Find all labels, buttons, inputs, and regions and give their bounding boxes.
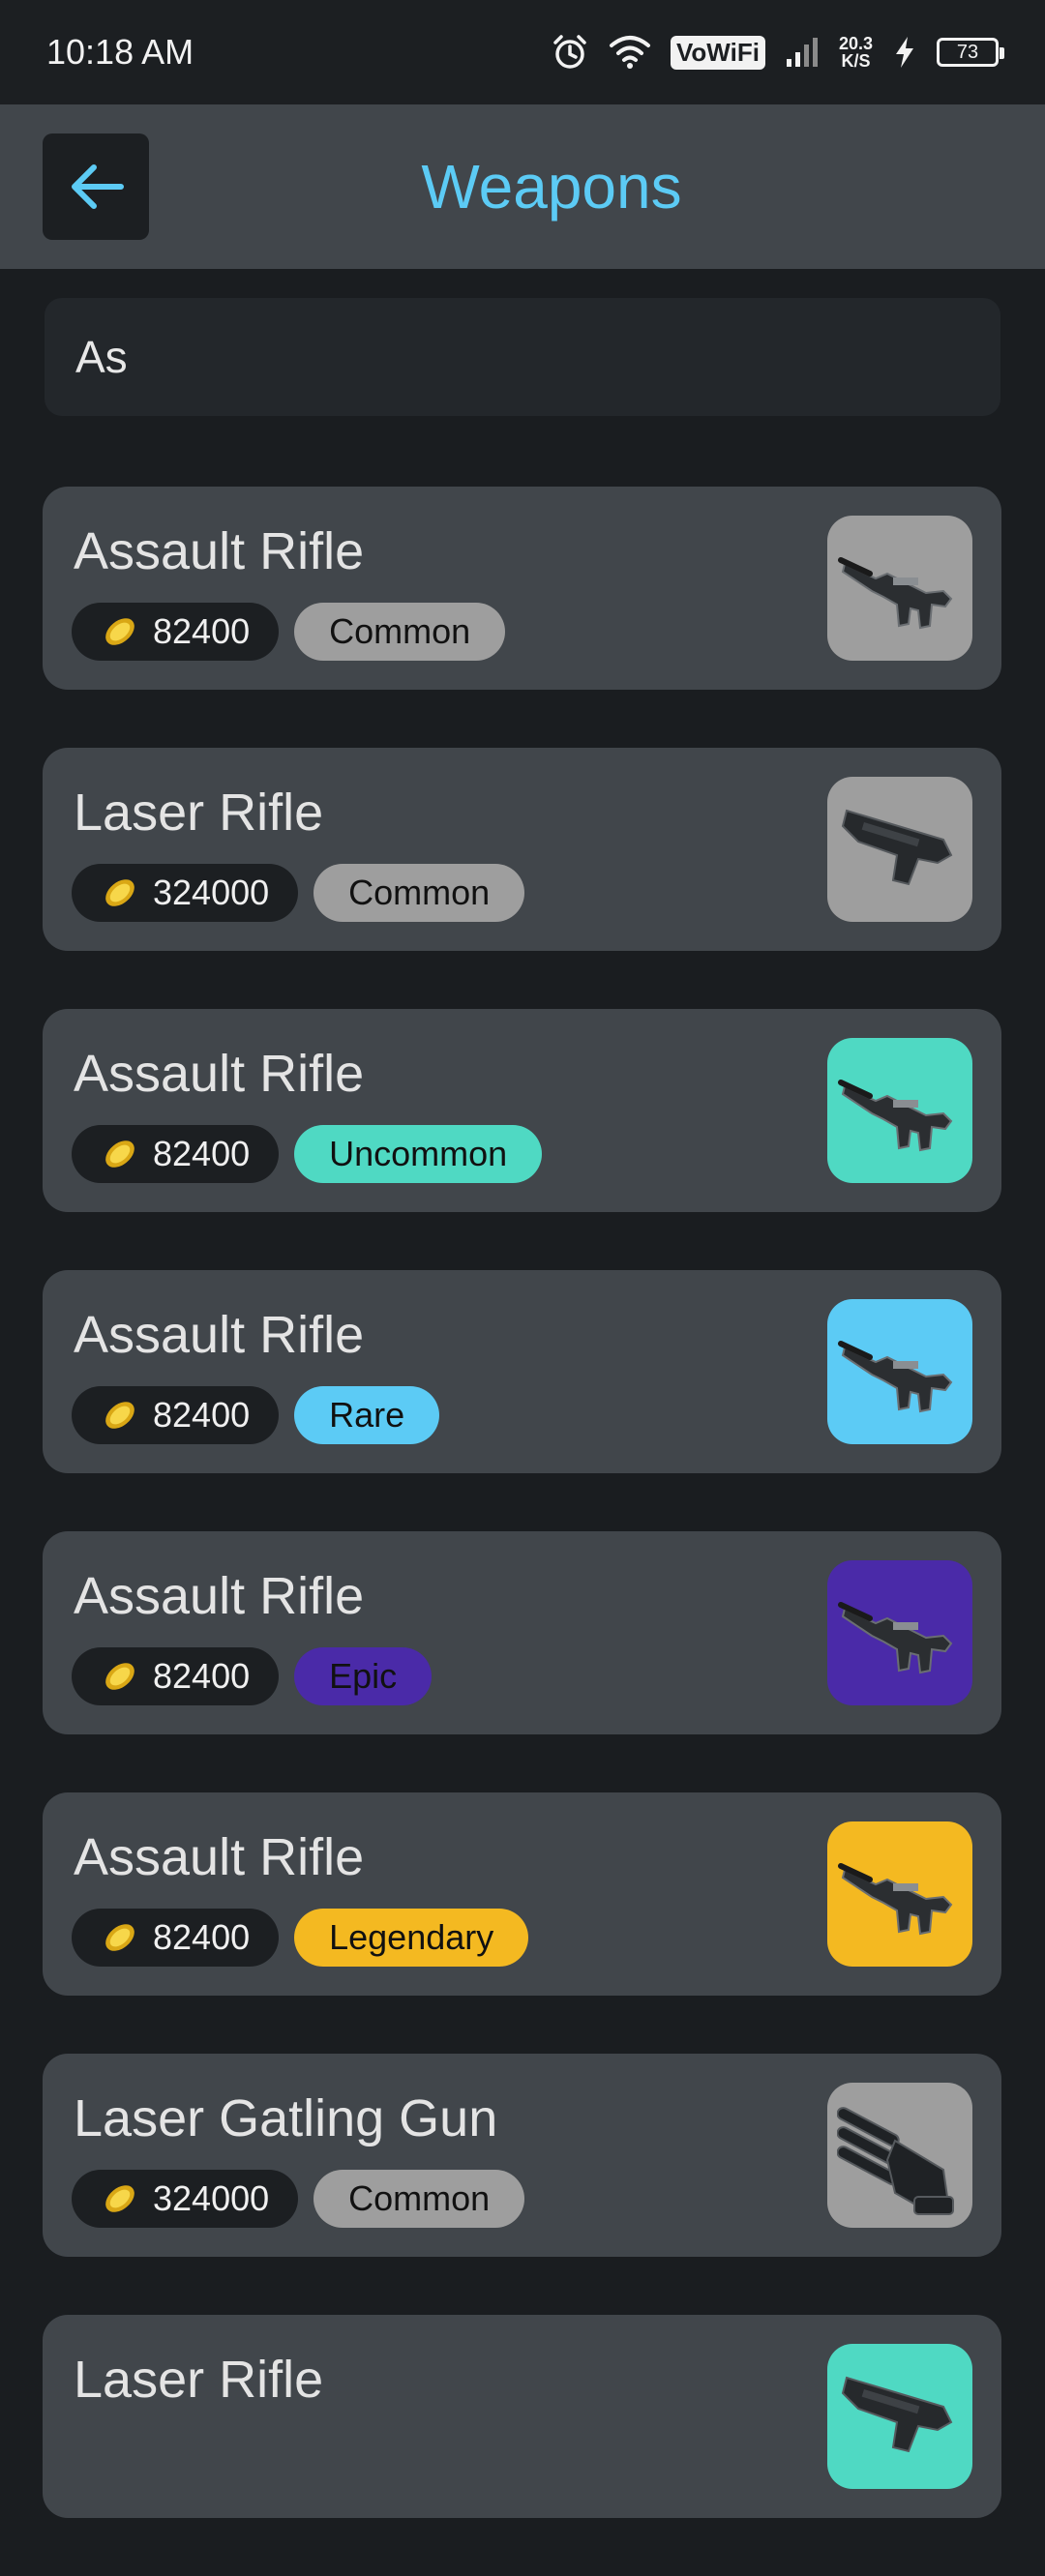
coin-icon [105, 2185, 134, 2212]
arrow-left-icon [72, 164, 124, 209]
rifle-weapon-icon [838, 1863, 953, 1936]
weapon-thumbnail [827, 1299, 972, 1444]
weapon-meta: 82400 Rare [72, 1386, 440, 1444]
weapon-thumbnail [827, 2083, 972, 2228]
status-time: 10:18 AM [46, 32, 194, 72]
search-field[interactable] [45, 298, 1000, 416]
weapon-card[interactable]: Assault Rifle 82400 Legendary [43, 1792, 1001, 1996]
price-value: 324000 [153, 873, 270, 912]
weapon-thumbnail [827, 516, 972, 661]
app-bar: Weapons [0, 104, 1045, 269]
weapon-thumbnail [827, 777, 972, 922]
weapon-name: Laser Gatling Gun [74, 2089, 498, 2147]
wifi-icon [610, 36, 651, 69]
price-value: 82400 [153, 1656, 251, 1696]
status-icons: VoWiFi 20.3 K/S 73 [551, 33, 1004, 72]
laser-weapon-icon [841, 2376, 953, 2453]
coin-icon [105, 1924, 134, 1951]
alarm-icon [553, 35, 586, 69]
weapon-meta: 324000 Common [72, 2170, 525, 2228]
weapon-name: Assault Rifle [74, 1828, 365, 1886]
coin-icon [105, 618, 134, 645]
rifle-weapon-icon [838, 1080, 953, 1152]
coin-icon [105, 879, 134, 906]
weapon-thumbnail [827, 1560, 972, 1705]
weapon-card[interactable]: Laser Gatling Gun 324000 Common [43, 2054, 1001, 2257]
back-button[interactable] [43, 133, 149, 240]
rarity-badge: Common [314, 864, 525, 922]
rarity-badge: Rare [294, 1386, 440, 1444]
price-chip: 82400 [72, 1125, 280, 1183]
weapon-meta: 324000 Common [72, 864, 525, 922]
price-chip: 82400 [72, 603, 280, 661]
price-chip: 82400 [72, 1386, 280, 1444]
weapon-card[interactable]: Laser Rifle 324000 Common [43, 748, 1001, 951]
rifle-weapon-icon [838, 1341, 953, 1413]
status-bar: 10:18 AM VoWiFi 20.3 K/S 73 [0, 0, 1045, 104]
signal-icon [786, 38, 818, 67]
weapon-meta: 82400 Epic [72, 1647, 433, 1705]
price-chip: 82400 [72, 1647, 280, 1705]
speed-unit: K/S [841, 51, 871, 71]
weapon-meta: 82400 Uncommon [72, 1125, 543, 1183]
charging-icon [896, 37, 913, 68]
weapon-thumbnail [827, 1038, 972, 1183]
weapon-card[interactable]: Assault Rifle 82400 Common [43, 487, 1001, 690]
weapon-name: Laser Rifle [74, 2351, 324, 2409]
coin-icon [105, 1140, 134, 1168]
weapon-name: Assault Rifle [74, 522, 365, 580]
gatling-weapon-icon [837, 2107, 954, 2215]
weapon-name: Assault Rifle [74, 1306, 365, 1364]
rifle-weapon-icon [838, 1602, 953, 1674]
weapon-thumbnail [827, 2344, 972, 2489]
price-value: 82400 [153, 1395, 251, 1435]
price-value: 82400 [153, 611, 251, 651]
coin-icon [105, 1402, 134, 1429]
page-title: Weapons [421, 152, 682, 222]
rarity-badge: Common [294, 603, 506, 661]
weapon-card[interactable]: Laser Rifle [43, 2315, 1001, 2518]
rarity-badge: Uncommon [294, 1125, 543, 1183]
weapon-name: Assault Rifle [74, 1567, 365, 1625]
weapon-card[interactable]: Assault Rifle 82400 Uncommon [43, 1009, 1001, 1212]
rifle-weapon-icon [838, 557, 953, 630]
rarity-badge: Common [314, 2170, 525, 2228]
network-speed: 20.3 K/S [839, 35, 873, 70]
weapon-card[interactable]: Assault Rifle 82400 Rare [43, 1270, 1001, 1473]
weapon-thumbnail [827, 1821, 972, 1967]
coin-icon [105, 1663, 134, 1690]
price-value: 82400 [153, 1917, 251, 1957]
weapon-card[interactable]: Assault Rifle 82400 Epic [43, 1531, 1001, 1734]
weapon-meta: 82400 Common [72, 603, 506, 661]
price-chip: 324000 [72, 2170, 299, 2228]
rarity-badge: Epic [294, 1647, 433, 1705]
vowifi-badge: VoWiFi [671, 35, 765, 70]
battery-level: 73 [956, 41, 979, 63]
weapon-list: Assault Rifle 82400 Common Laser Rifle 32… [43, 487, 1001, 2576]
battery-icon: 73 [937, 38, 1004, 67]
price-chip: 82400 [72, 1909, 280, 1967]
laser-weapon-icon [841, 809, 953, 886]
rarity-badge: Legendary [294, 1909, 529, 1967]
price-chip: 324000 [72, 864, 299, 922]
price-value: 82400 [153, 1134, 251, 1173]
weapon-meta: 82400 Legendary [72, 1909, 529, 1967]
speed-value: 20.3 [838, 34, 873, 53]
weapon-name: Assault Rifle [74, 1045, 365, 1103]
search-input[interactable] [75, 331, 970, 383]
weapon-name: Laser Rifle [74, 784, 324, 842]
price-value: 324000 [153, 2178, 270, 2218]
